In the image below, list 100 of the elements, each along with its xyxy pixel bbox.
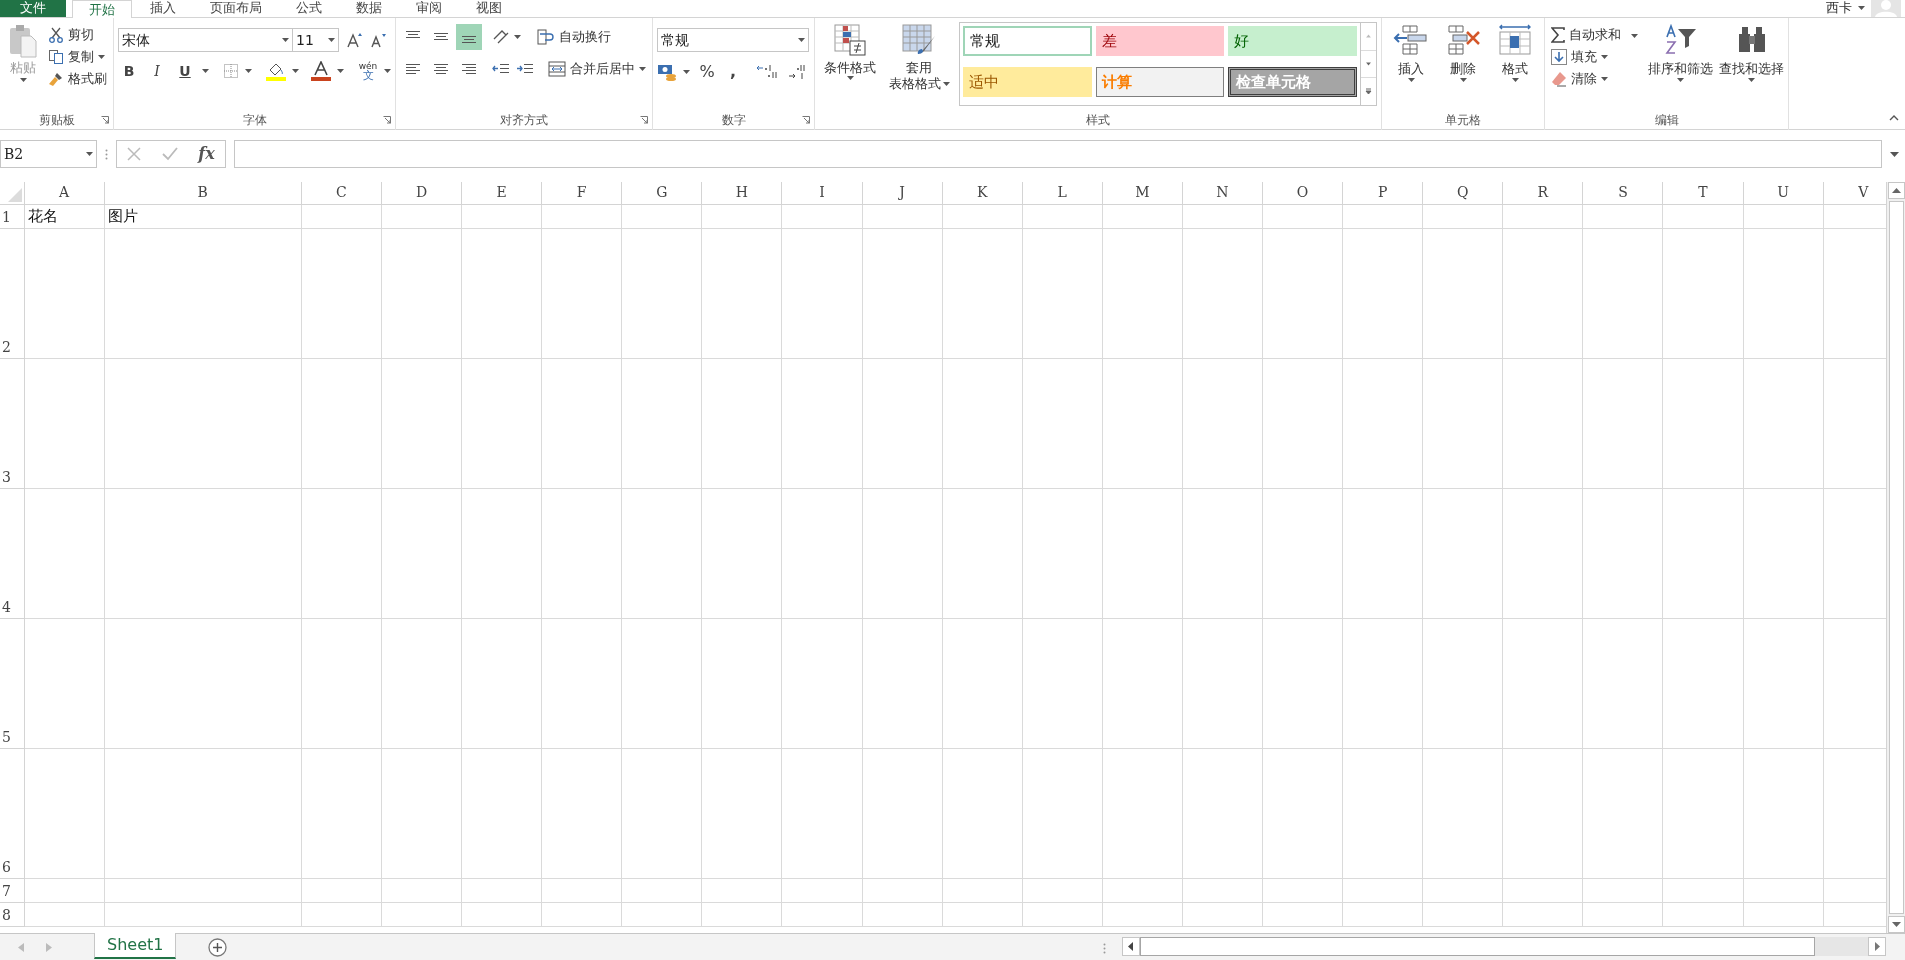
expand-caret-icon[interactable] [1890, 151, 1899, 157]
name-box[interactable]: B2 [0, 140, 97, 168]
caret-icon [245, 69, 252, 73]
grow-font-icon[interactable] [347, 32, 363, 48]
account-name[interactable]: 西卡 [1826, 0, 1852, 16]
phonetic-button[interactable]: wén 文 [358, 61, 378, 81]
clear-button[interactable]: 清除 [1549, 68, 1640, 90]
column-header[interactable]: C [336, 184, 347, 201]
row-header[interactable]: 8 [2, 906, 11, 923]
vertical-scroll-thumb[interactable] [1888, 201, 1904, 914]
dialog-launcher-icon[interactable] [802, 116, 810, 124]
row-header[interactable]: 1 [2, 208, 11, 225]
column-header[interactable]: P [1377, 184, 1388, 201]
font-size-field[interactable]: 11 [293, 28, 339, 52]
caret-icon [1677, 78, 1684, 82]
font-name-field[interactable]: 宋体 [118, 28, 293, 52]
column-header[interactable]: O [1296, 184, 1309, 201]
column-header[interactable]: J [899, 184, 905, 201]
increase-indent-icon[interactable] [516, 62, 534, 76]
copy-button[interactable]: 复制 [46, 46, 109, 68]
format-as-table-button[interactable]: 套用 表格格式 [883, 24, 955, 110]
scroll-right-icon[interactable] [1868, 937, 1886, 956]
scroll-down-icon[interactable] [1887, 916, 1905, 933]
column-header[interactable]: K [976, 184, 988, 201]
formula-input-field[interactable] [234, 140, 1882, 168]
cell-style-option[interactable]: 好 [1228, 26, 1357, 56]
column-header[interactable]: V [1858, 184, 1869, 201]
column-header[interactable]: U [1777, 184, 1789, 201]
cell-style-option[interactable]: 适中 [963, 67, 1092, 97]
font-color-icon[interactable] [311, 61, 331, 81]
column-header[interactable]: R [1537, 184, 1549, 201]
sort-filter-button[interactable]: 排序和筛选 [1648, 24, 1713, 110]
check-icon[interactable] [161, 147, 178, 161]
ribbon-tab[interactable]: 视图 [460, 0, 518, 17]
ribbon-tab[interactable]: 文件 [0, 0, 66, 17]
row-header[interactable]: 7 [2, 882, 11, 899]
ribbon-tab[interactable]: 页面布局 [194, 0, 278, 17]
group-label: 数字 [721, 112, 746, 129]
sheet-tab[interactable]: Sheet1 [94, 933, 177, 959]
ribbon-tab[interactable]: 公式 [280, 0, 338, 17]
splitter-icon[interactable] [1103, 943, 1106, 954]
underline-button[interactable]: U [174, 60, 196, 82]
dialog-launcher-icon[interactable] [640, 116, 648, 124]
cells-button[interactable]: 插入 [1386, 24, 1436, 110]
vertical-align-button[interactable] [456, 24, 482, 50]
cells-button[interactable]: 格式 [1490, 24, 1540, 110]
format-painter-button[interactable]: 格式刷 [46, 68, 109, 90]
column-header[interactable]: M [1135, 184, 1150, 201]
ribbon-tab[interactable]: 插入 [134, 0, 192, 17]
dialog-launcher-icon[interactable] [383, 116, 391, 124]
column-header[interactable]: L [1057, 184, 1067, 201]
add-sheet-icon[interactable] [208, 938, 228, 957]
column-header[interactable]: G [656, 184, 668, 201]
row-header[interactable]: 5 [2, 728, 11, 745]
currency-icon[interactable] [657, 63, 677, 81]
autosum-button[interactable]: 自动求和 [1549, 24, 1640, 46]
column-header[interactable]: B [197, 184, 208, 201]
cell-style-option[interactable]: 常规 [963, 26, 1092, 56]
column-header[interactable]: F [576, 184, 587, 201]
column-header[interactable]: A [59, 184, 70, 201]
column-header[interactable]: T [1698, 184, 1708, 201]
column-header[interactable]: H [735, 184, 748, 201]
percent-button[interactable]: % [696, 60, 718, 84]
wrap-text-icon [537, 29, 555, 45]
fill-button[interactable]: 填充 [1549, 46, 1640, 68]
find-select-button[interactable]: 查找和选择 [1719, 24, 1784, 110]
column-header[interactable]: N [1216, 184, 1229, 201]
cut-button[interactable]: 剪切 [46, 24, 109, 46]
column-header[interactable]: I [819, 184, 825, 201]
conditional-formatting-button[interactable]: 条件格式 [819, 24, 881, 110]
row-header[interactable]: 2 [2, 338, 11, 355]
column-header[interactable]: S [1618, 184, 1628, 201]
table-cell: 花名 [27, 207, 58, 225]
horizontal-scroll-thumb[interactable] [1140, 937, 1815, 956]
column-header[interactable]: D [415, 184, 428, 201]
shrink-font-icon[interactable] [371, 33, 387, 48]
comma-button[interactable]: , [724, 60, 742, 84]
decrease-indent-icon[interactable] [492, 62, 510, 76]
collapse-ribbon-icon[interactable] [1889, 115, 1899, 121]
ribbon-tab[interactable]: 数据 [340, 0, 398, 17]
ribbon-tab[interactable]: 审阅 [400, 0, 458, 17]
bold-button[interactable]: B [118, 60, 140, 82]
column-header[interactable]: E [496, 184, 507, 201]
row-header[interactable]: 3 [2, 468, 11, 485]
scroll-up-icon[interactable] [1887, 182, 1905, 199]
column-header[interactable]: Q [1457, 184, 1469, 201]
cell-style-option[interactable]: 差 [1095, 26, 1225, 56]
scroll-left-icon[interactable] [1122, 937, 1140, 956]
dialog-launcher-icon[interactable] [101, 116, 109, 124]
insert-function-button[interactable]: fx [198, 142, 215, 166]
cells-button[interactable]: 删除 [1438, 24, 1488, 110]
number-format-field[interactable]: 常规 [657, 28, 809, 52]
ribbon-tab[interactable]: 开始 [72, 0, 132, 18]
row-header[interactable]: 6 [2, 858, 11, 875]
merge-center-button[interactable]: 合并后居中 [546, 58, 648, 80]
fill-color-icon[interactable] [266, 61, 286, 81]
italic-button[interactable]: I [146, 60, 168, 82]
increase-decimal-icon[interactable] [756, 63, 778, 81]
wrap-text-button[interactable]: 自动换行 [535, 26, 613, 48]
row-header[interactable]: 4 [2, 598, 11, 615]
